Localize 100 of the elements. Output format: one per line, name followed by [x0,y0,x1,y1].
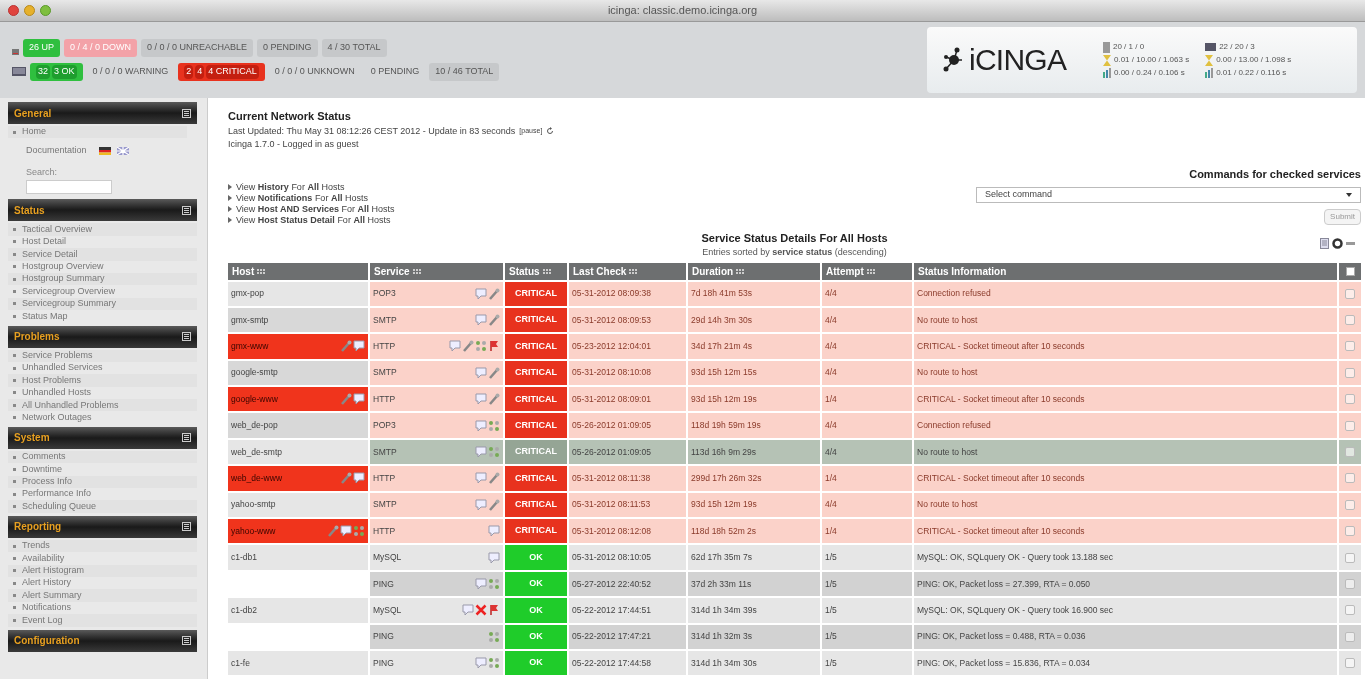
comment-icon[interactable] [475,657,487,670]
row-checkbox[interactable] [1345,579,1355,589]
sidebar-link[interactable]: Notifications [22,601,72,615]
service-name[interactable]: SMTP [373,313,397,327]
status-summary-badge[interactable]: 0 PENDING [364,63,426,81]
section-header[interactable]: Reporting [8,515,197,538]
collapse-icon[interactable] [182,108,191,118]
sidebar-link[interactable]: Downtime [22,462,62,477]
wrench-icon[interactable] [488,472,500,485]
minus-icon[interactable] [1346,241,1355,245]
service-name[interactable]: SMTP [373,445,397,459]
status-summary-badge[interactable]: 0 / 0 / 0 UNKNOWN [268,63,361,81]
collapse-icon[interactable] [182,433,191,443]
row-checkbox[interactable] [1345,499,1355,510]
host-name[interactable]: c1-db1 [231,551,257,564]
service-name[interactable]: MySQL [373,551,402,564]
row-checkbox[interactable] [1345,526,1355,537]
host-name[interactable]: yahoo-smtp [231,498,276,512]
row-checkbox[interactable] [1345,605,1355,616]
view-link[interactable]: View Notifications For All Hosts [236,192,368,204]
wrench-icon[interactable] [340,393,352,406]
collapse-icon[interactable] [182,205,191,215]
service-name[interactable]: HTTP [373,524,396,538]
sidebar-link[interactable]: Home [22,125,46,139]
row-checkbox[interactable] [1345,341,1355,352]
zoom-window-button[interactable] [40,5,51,16]
comment-icon[interactable] [488,551,500,564]
dots-icon[interactable] [488,578,500,590]
sidebar-link[interactable]: Hostgroup Overview [22,260,104,274]
host-name[interactable]: google-www [231,392,278,406]
comment-icon[interactable] [475,472,487,485]
host-name[interactable]: gmx-pop [231,287,265,301]
view-link[interactable]: View Host AND Services For All Hosts [236,203,395,215]
status-summary-badge[interactable]: 4 / 30 TOTAL [321,39,387,57]
row-checkbox[interactable] [1345,315,1355,326]
x-icon[interactable] [475,604,487,617]
minimize-window-button[interactable] [24,5,35,16]
service-name[interactable]: PING [373,577,394,591]
status-summary-badge[interactable]: 2 4 4 CRITICAL [178,63,265,81]
dots-icon[interactable] [475,340,487,353]
status-summary-badge[interactable]: 10 / 46 TOTAL [429,63,500,81]
row-checkbox[interactable] [1345,288,1355,299]
sidebar-link[interactable]: Availability [22,551,65,566]
comment-icon[interactable] [475,446,487,459]
collapse-icon[interactable] [182,332,191,341]
sidebar-link[interactable]: Unhandled Hosts [22,386,92,400]
host-name[interactable]: gmx-www [231,340,269,353]
sidebar-link[interactable]: Trends [22,539,50,553]
host-name[interactable]: web_de-smtp [231,445,283,459]
service-name[interactable]: PING [373,630,394,644]
collapse-icon[interactable] [182,522,191,532]
flag-icon[interactable] [98,147,111,156]
comment-icon[interactable] [488,525,500,538]
dots-icon[interactable] [488,657,500,670]
row-checkbox[interactable] [1345,367,1355,378]
row-checkbox[interactable] [1345,473,1355,484]
row-checkbox[interactable] [1345,658,1355,669]
comment-icon[interactable] [475,498,487,511]
comment-icon[interactable] [462,604,474,617]
submit-button[interactable]: Submit [1324,208,1361,225]
host-name[interactable]: gmx-smtp [231,313,269,327]
service-name[interactable]: HTTP [373,392,396,406]
wrench-icon[interactable] [462,340,474,353]
wrench-icon[interactable] [488,366,500,379]
host-name[interactable]: c1-db2 [231,604,257,617]
service-name[interactable]: HTTP [373,472,396,485]
select-all-checkbox[interactable] [1345,266,1355,276]
comment-icon[interactable] [475,393,487,406]
service-name[interactable]: MySQL [373,604,402,617]
row-checkbox[interactable] [1345,552,1355,563]
comment-icon[interactable] [475,419,487,432]
sidebar-link[interactable]: Servicegroup Overview [22,284,116,299]
wrench-icon[interactable] [340,340,352,353]
service-name[interactable]: PING [373,656,394,670]
comment-icon[interactable] [475,314,487,327]
service-name[interactable]: POP3 [373,419,396,432]
comment-icon[interactable] [475,366,487,379]
section-header[interactable]: Problems [8,325,197,348]
row-checkbox[interactable] [1345,447,1355,458]
service-name[interactable]: SMTP [373,366,397,380]
status-summary-badge[interactable]: 0 / 0 / 0 WARNING [86,63,175,81]
service-name[interactable]: SMTP [373,498,397,512]
comment-icon[interactable] [353,393,365,406]
circle-icon[interactable] [1332,237,1343,249]
sidebar-link[interactable]: Unhandled Services [22,361,103,375]
host-name[interactable]: web_de-www [231,472,283,485]
view-link[interactable]: View Host Status Detail For All Hosts [236,214,391,226]
section-header[interactable]: Configuration [8,629,197,652]
row-checkbox[interactable] [1345,394,1355,405]
status-summary-badge[interactable]: 0 PENDING [257,39,318,57]
comment-icon[interactable] [353,340,365,353]
comment-icon[interactable] [475,287,487,300]
host-name[interactable]: web_de-pop [231,419,278,432]
wrench-icon[interactable] [327,525,339,538]
host-name[interactable]: google-smtp [231,366,278,380]
wrench-icon[interactable] [488,287,500,300]
service-name[interactable]: HTTP [373,340,396,353]
dots-icon[interactable] [488,446,500,459]
sidebar-link[interactable]: Performance Info [22,487,92,501]
search-field[interactable] [26,180,112,195]
